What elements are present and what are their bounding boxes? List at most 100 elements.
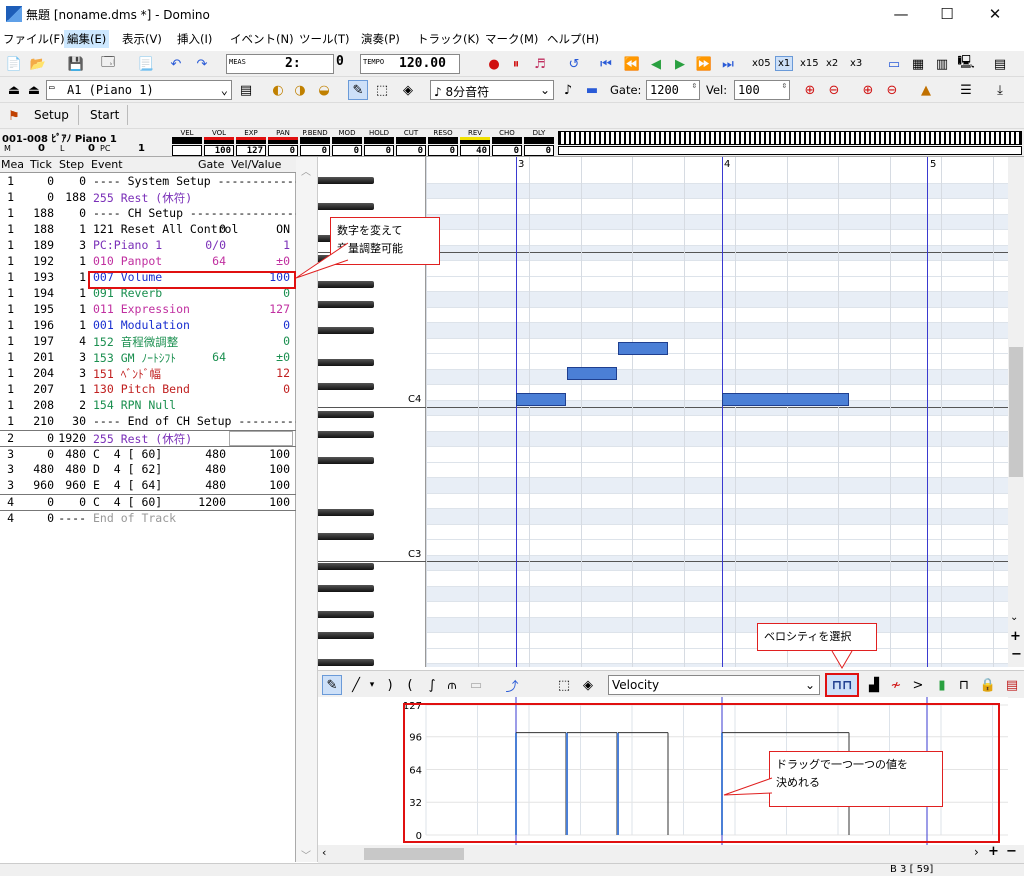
note-block[interactable] bbox=[618, 342, 668, 355]
properties-icon[interactable]: 🗔 bbox=[98, 54, 118, 74]
black-key[interactable] bbox=[318, 632, 374, 639]
controller-type-select[interactable]: Velocity ⌄ bbox=[608, 675, 820, 695]
note-block[interactable] bbox=[516, 393, 566, 406]
menu-insert[interactable]: 挿入(I) bbox=[174, 30, 215, 48]
h-zoom-plus-icon[interactable]: + bbox=[988, 844, 999, 859]
menu-help[interactable]: ヘルプ(H) bbox=[544, 30, 602, 48]
speed-x1[interactable]: x1 bbox=[775, 56, 794, 71]
speed-x3[interactable]: x3 bbox=[850, 58, 862, 69]
tempo-display[interactable]: TEMPO 120.00 bbox=[360, 54, 460, 74]
chevron-down-icon[interactable]: ⌄ bbox=[1010, 612, 1018, 623]
minimize-button[interactable]: — bbox=[878, 0, 924, 28]
event-row[interactable]: 4 0 ---- End of Track bbox=[0, 510, 296, 526]
scroll-right-icon[interactable]: › bbox=[974, 845, 979, 859]
rewind-icon[interactable]: ⏪ bbox=[622, 54, 642, 74]
black-key[interactable] bbox=[318, 359, 374, 366]
cc-value-hold[interactable]: 0 bbox=[364, 145, 394, 156]
event-list[interactable]: Mea Tick Step Event Gate Vel/Value 1 0 0 --… bbox=[0, 157, 308, 862]
speed-x15[interactable]: x15 bbox=[800, 58, 819, 69]
cc-value-cho[interactable]: 0 bbox=[492, 145, 522, 156]
curve2-tool-icon[interactable]: ( bbox=[400, 675, 420, 695]
col-mea[interactable]: Mea bbox=[1, 158, 24, 171]
cc-value-vol[interactable]: 100 bbox=[204, 145, 234, 156]
lock-icon[interactable]: 🔒 bbox=[978, 675, 998, 695]
eraser-icon[interactable]: ◈ bbox=[398, 80, 418, 100]
note-length-select[interactable]: ♪ 8分音符 ⌄ bbox=[430, 80, 554, 100]
undo-icon[interactable]: ↶ bbox=[166, 54, 186, 74]
cc-meter[interactable] bbox=[492, 137, 522, 144]
black-key[interactable] bbox=[318, 177, 374, 184]
zoom-minus-icon[interactable]: − bbox=[1011, 647, 1022, 662]
go-start-icon[interactable]: ⏮ bbox=[596, 54, 616, 74]
event-row[interactable]: 1 0 188 255 Rest (休符) bbox=[0, 190, 296, 206]
event-row[interactable]: 4 0 0 C 4 [ 60] 1200 100 bbox=[0, 494, 296, 510]
start-button[interactable]: Start bbox=[90, 108, 119, 122]
mixer-icon[interactable]: ▥ bbox=[932, 54, 952, 74]
cc-meter[interactable] bbox=[172, 137, 202, 144]
eject-alt-icon[interactable]: ⏏ bbox=[24, 80, 44, 100]
black-key[interactable] bbox=[318, 203, 374, 210]
random-tool-icon[interactable]: ⫙ bbox=[442, 675, 462, 695]
cc-meter[interactable] bbox=[428, 137, 458, 144]
cc-value-mod[interactable]: 0 bbox=[332, 145, 362, 156]
event-row[interactable]: 3 960 960 E 4 [ 64] 480 100 bbox=[0, 478, 296, 494]
eraser-icon[interactable]: ◈ bbox=[578, 675, 598, 695]
align-icon[interactable]: ☰ bbox=[956, 80, 976, 100]
zoom-plus-icon[interactable]: + bbox=[1010, 629, 1021, 644]
pause-record-icon[interactable]: ⏸ bbox=[506, 54, 526, 74]
black-key[interactable] bbox=[318, 411, 374, 418]
black-key[interactable] bbox=[318, 611, 374, 618]
col-step[interactable]: Step bbox=[59, 158, 84, 171]
cc-value-pan[interactable]: 0 bbox=[268, 145, 298, 156]
menu-view[interactable]: 表示(V) bbox=[119, 30, 165, 48]
page-icon[interactable]: 📃 bbox=[136, 54, 156, 74]
cc-value-vel[interactable] bbox=[172, 145, 202, 156]
black-key[interactable] bbox=[318, 301, 374, 308]
save-icon[interactable]: 💾 bbox=[66, 54, 86, 74]
speed-x2[interactable]: x2 bbox=[826, 58, 838, 69]
select-rect-icon[interactable]: ⬚ bbox=[554, 675, 574, 695]
roll-vscrollbar[interactable]: ⌄ + − bbox=[1008, 157, 1024, 667]
rest-value-box[interactable] bbox=[229, 431, 293, 446]
bracket-icon[interactable]: ⊓ bbox=[954, 675, 974, 695]
black-key[interactable] bbox=[318, 383, 374, 390]
note-block[interactable] bbox=[722, 393, 849, 406]
black-key[interactable] bbox=[318, 533, 374, 540]
col-value[interactable]: Vel/Value bbox=[231, 158, 281, 171]
menu-track[interactable]: トラック(K) bbox=[414, 30, 483, 48]
scale-icon[interactable]: ▲ bbox=[916, 80, 936, 100]
cc-meter[interactable] bbox=[524, 137, 554, 144]
scroll-left-icon[interactable]: ‹ bbox=[322, 846, 326, 859]
event-row[interactable]: 1 192 1 010 Panpot 64 ±0 bbox=[0, 254, 296, 270]
cc-value-cut[interactable]: 0 bbox=[396, 145, 426, 156]
menu-mark[interactable]: マーク(M) bbox=[482, 30, 541, 48]
eject-icon[interactable]: ⏏ bbox=[4, 80, 24, 100]
level-meter-icon[interactable]: ▮ bbox=[932, 675, 952, 695]
s-curve-tool-icon[interactable]: ∫ bbox=[422, 675, 442, 695]
go-end-icon[interactable]: ⏭ bbox=[718, 54, 738, 74]
instrument-icon[interactable]: ▤ bbox=[236, 80, 256, 100]
h-scroll-thumb[interactable] bbox=[364, 848, 464, 860]
event-row[interactable]: 1 207 1 130 Pitch Bend 0 bbox=[0, 382, 296, 398]
curve-tool-icon[interactable]: ) bbox=[380, 675, 400, 695]
zoom-v-out-icon[interactable]: ⊖ bbox=[882, 80, 902, 100]
zoom-in-icon[interactable]: ⊕ bbox=[800, 80, 820, 100]
event-row[interactable]: 1 0 0 ---- System Setup ------------- bbox=[0, 174, 308, 190]
metronome-icon[interactable]: ♬ bbox=[530, 54, 550, 74]
redo-icon[interactable]: ↷ bbox=[192, 54, 212, 74]
download-icon[interactable]: ⤓ bbox=[990, 80, 1010, 100]
record-icon[interactable]: ● bbox=[484, 54, 504, 74]
close-button[interactable]: ✕ bbox=[972, 0, 1018, 28]
event-row[interactable]: 1 208 2 154 RPN Null bbox=[0, 398, 296, 414]
list-icon[interactable]: ▤ bbox=[1002, 675, 1022, 695]
maximize-button[interactable]: ☐ bbox=[924, 0, 970, 28]
event-row[interactable]: 3 480 480 D 4 [ 62] 480 100 bbox=[0, 462, 296, 478]
gate-input[interactable]: 1200 ⇳ bbox=[646, 80, 700, 100]
col-gate[interactable]: Gate bbox=[198, 158, 224, 171]
wave-tool-icon[interactable]: ▭ bbox=[466, 675, 486, 695]
scroll-down-icon[interactable]: ﹀ bbox=[301, 847, 311, 862]
back-icon[interactable]: ◀ bbox=[646, 54, 666, 74]
ear-icon[interactable]: ◑ bbox=[290, 80, 310, 100]
event-row[interactable]: 1 210 30 ---- End of CH Setup ---------- bbox=[0, 414, 308, 430]
new-file-icon[interactable]: 📄 bbox=[4, 54, 24, 74]
